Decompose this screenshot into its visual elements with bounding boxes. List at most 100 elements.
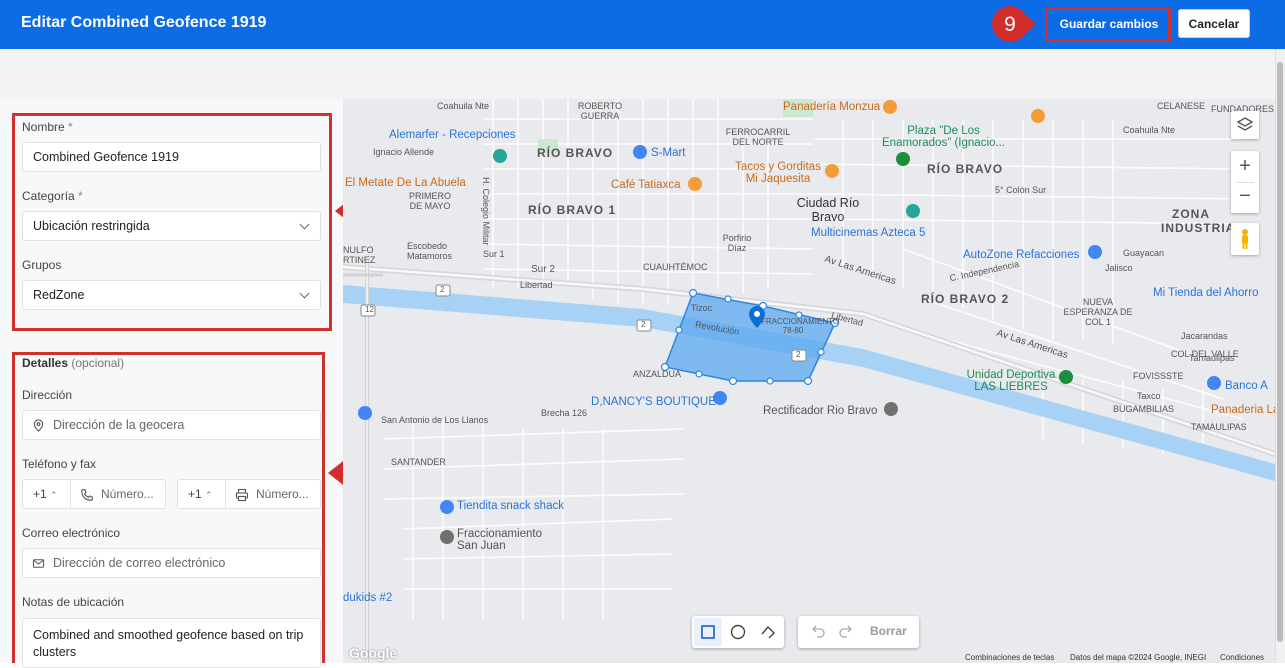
street-porfirio: Porfirio Díaz: [722, 233, 752, 253]
poi-plaza[interactable]: Plaza "De Los Enamorados" (Ignacio...: [881, 125, 1006, 149]
area-rio-bravo-1: RÍO BRAVO 1: [528, 203, 617, 217]
scrollbar-thumb[interactable]: [1277, 62, 1283, 642]
category-label: Categoría *: [22, 189, 83, 203]
keyboard-shortcuts-link[interactable]: Combinaciones de teclas: [965, 653, 1054, 662]
poi-metate[interactable]: El Metate De La Abuela: [345, 177, 466, 189]
route-shield-12: 12: [365, 305, 374, 314]
street-coahuila-2: Coahuila Nte: [1123, 125, 1176, 135]
poi-unidad-deportiva[interactable]: Unidad Deportiva LAS LIEBRES: [963, 369, 1059, 393]
street-taxco: Taxco: [1137, 391, 1161, 401]
area-celanese: CELANESE: [1157, 101, 1206, 111]
draw-polygon-button[interactable]: [754, 618, 782, 646]
route-shield-2b: 2: [641, 320, 646, 329]
poi-banco[interactable]: Banco A: [1225, 380, 1268, 392]
notes-label: Notas de ubicación: [22, 595, 125, 609]
poi-panaderia-po[interactable]: Panaderia La Po: [1211, 404, 1275, 416]
rectangle-icon: [701, 625, 715, 639]
draw-circle-button[interactable]: [724, 618, 752, 646]
street-brecha: Brecha 126: [541, 408, 588, 418]
area-fovissste: FOVISSSTE: [1133, 371, 1184, 381]
printer-icon: [235, 488, 249, 502]
layers-button[interactable]: [1231, 111, 1259, 139]
poi-multicinemas[interactable]: Multicinemas Azteca 5: [811, 227, 925, 239]
poi-nancy[interactable]: D,NANCY'S BOUTIQUE: [591, 396, 716, 408]
phone-label: Teléfono y fax: [22, 457, 97, 471]
fax-country-code[interactable]: +1 ⌃: [178, 480, 226, 508]
name-input[interactable]: Combined Geofence 1919: [22, 142, 321, 172]
poi-panaderia-monzua[interactable]: Panadería Monzua: [783, 101, 880, 113]
area-bugambilias: BUGAMBILIAS: [1113, 404, 1175, 414]
notes-textarea[interactable]: Combined and smoothed geofence based on …: [22, 618, 321, 668]
drawing-tools: [692, 616, 784, 648]
street-jalisco: Jalisco: [1105, 263, 1133, 273]
poi-rectificador[interactable]: Rectificador Rio Bravo: [763, 405, 877, 417]
street-colon: 5° Colón Sur: [995, 185, 1047, 195]
redo-icon: [839, 625, 852, 638]
street-jacarandas: Jacarandas: [1181, 331, 1228, 341]
street-tizoc: Tizoc: [691, 303, 713, 313]
fax-field[interactable]: +1 ⌃ Número...: [177, 479, 321, 509]
poi-tienda-ahorro[interactable]: Mi Tienda del Ahorro: [1153, 287, 1258, 299]
area-cuauhtemoc: CUAUHTÉMOC: [643, 262, 708, 272]
undo-button[interactable]: [804, 618, 830, 646]
address-label: Dirección: [22, 388, 73, 402]
phone-number-input[interactable]: Número...: [101, 480, 154, 508]
street-colegio-militar: H. Colegio Militar: [481, 177, 491, 246]
terms-link[interactable]: Condiciones: [1220, 653, 1264, 662]
route-shield-2c: 2: [796, 350, 801, 359]
street-view-pegman[interactable]: [1231, 223, 1259, 255]
map-data-attribution: Datos del mapa ©2024 Google, INEGI: [1070, 653, 1207, 662]
phone-country-code[interactable]: +1 ⌃: [23, 480, 71, 508]
form-panel: [0, 99, 343, 663]
poi-fracc-san-juan[interactable]: Fraccionamiento San Juan: [457, 528, 557, 552]
street-san-antonio: San Antonio de Los Llanos: [381, 415, 489, 425]
area-rio-bravo: RÍO BRAVO: [537, 146, 614, 160]
phone-field[interactable]: +1 ⌃ Número...: [22, 479, 166, 509]
groups-select[interactable]: RedZone: [22, 280, 321, 310]
edit-tools: Borrar: [798, 616, 919, 648]
toolbar-strip: [0, 49, 1275, 99]
poi-alemarfer[interactable]: Alemarfer - Recepciones: [389, 129, 516, 141]
poi-dukids[interactable]: dukids #2: [343, 592, 392, 604]
groups-label: Grupos: [22, 258, 62, 272]
app-header: Editar Combined Geofence 1919 Guardar ca…: [0, 0, 1285, 49]
email-input[interactable]: Dirección de correo electrónico: [22, 548, 321, 578]
location-pin-icon: [33, 419, 44, 432]
area-anzaldua: ANZALDUA: [633, 369, 682, 379]
area-primero-mayo: PRIMERO DE MAYO: [408, 191, 451, 211]
category-select[interactable]: Ubicación restringida: [22, 211, 321, 241]
email-label: Correo electrónico: [22, 526, 121, 540]
poi-autozone[interactable]: AutoZone Refacciones: [963, 249, 1079, 261]
circle-icon: [730, 624, 746, 640]
save-button[interactable]: Guardar cambios: [1050, 10, 1168, 38]
envelope-icon: [32, 559, 45, 568]
phone-icon: [81, 488, 94, 501]
cancel-button[interactable]: Cancelar: [1178, 9, 1250, 38]
city-label: Ciudad Río Bravo: [796, 196, 860, 224]
zoom-control: + −: [1231, 151, 1259, 213]
area-fraccionamiento: FRACCIONAMIENTO 78-80: [761, 317, 840, 335]
poi-tiendita[interactable]: Tiendita snack shack: [457, 500, 564, 512]
area-rio-bravo-2: RÍO BRAVO 2: [921, 292, 1010, 306]
route-shield-2a: 2: [440, 285, 445, 294]
map-view[interactable]: RÍO BRAVO RÍO BRAVO RÍO BRAVO 1 RÍO BRAV…: [343, 99, 1275, 663]
polygon-icon: [761, 625, 775, 639]
address-input[interactable]: Dirección de la geocera: [22, 410, 321, 440]
poi-tacos[interactable]: Tacos y Gorditas Mi Jaquesita: [728, 161, 828, 185]
poi-cafe[interactable]: Café Tatiaxca: [611, 179, 680, 191]
name-label: Nombre *: [22, 120, 73, 134]
step-badge-9: 9: [988, 4, 1036, 44]
redo-button[interactable]: [834, 618, 860, 646]
area-nulfo: NULFO RTINEZ: [343, 245, 376, 265]
fax-number-input[interactable]: Número...: [256, 480, 309, 508]
clear-button[interactable]: Borrar: [870, 624, 907, 638]
zoom-in-button[interactable]: +: [1231, 151, 1259, 182]
area-tamaulipas: TAMAULIPAS: [1191, 422, 1247, 432]
undo-icon: [812, 625, 825, 638]
draw-rectangle-button[interactable]: [694, 618, 722, 646]
zoom-out-button[interactable]: −: [1231, 182, 1259, 213]
pegman-icon: [1242, 229, 1248, 249]
layers-icon: [1236, 117, 1254, 131]
area-nueva-esperanza: NUEVA ESPERANZA DE COL 1: [1063, 297, 1133, 327]
poi-smart[interactable]: S-Mart: [651, 147, 686, 159]
